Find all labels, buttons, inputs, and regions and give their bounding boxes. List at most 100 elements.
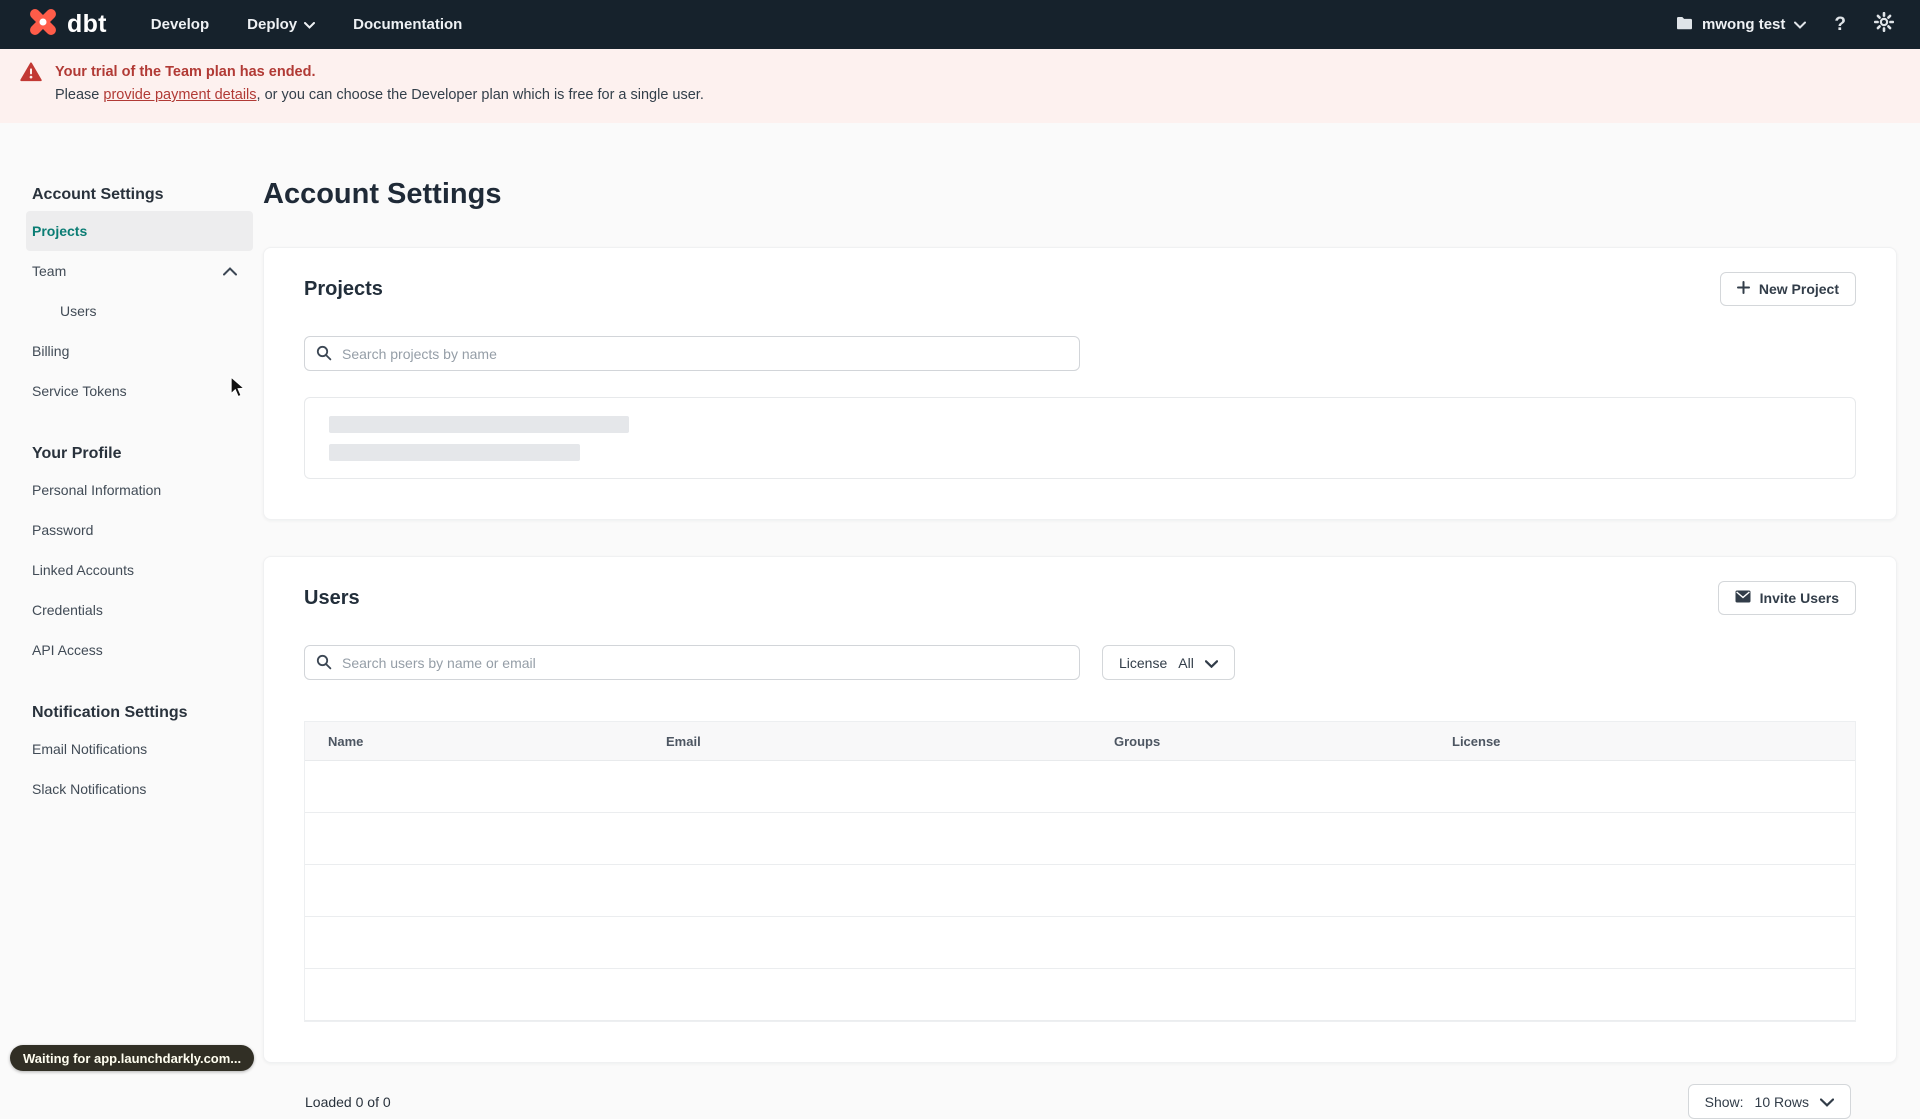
sidebar-item-personal-information-label: Personal Information [32,482,162,498]
menu-develop-label: Develop [150,16,210,33]
projects-loading-panel [304,397,1856,479]
sidebar-item-api-access[interactable]: API Access [32,630,247,670]
sidebar-item-credentials-label: Credentials [32,602,103,618]
chevron-down-icon [304,16,316,33]
settings-button[interactable] [1873,11,1895,37]
loaded-count: Loaded 0 of 0 [305,1093,391,1110]
users-filter-row: License All [304,645,1856,680]
banner-title: Your trial of the Team plan has ended. [55,64,316,80]
chevron-down-icon [1794,16,1807,33]
menu-documentation-label: Documentation [353,16,463,33]
table-row [305,865,1855,917]
table-row [305,969,1855,1021]
skeleton-bar [329,416,629,433]
main-menu: Develop Deploy Documentation [151,16,463,33]
menu-develop[interactable]: Develop [151,16,209,33]
sidebar-item-api-access-label: API Access [32,642,103,658]
plus-icon [1736,281,1750,297]
browser-status-bubble: Waiting for app.launchdarkly.com... [10,1045,255,1071]
users-search [304,645,1080,680]
sidebar-item-team-label: Team [32,263,67,279]
rows-per-page-dropdown[interactable]: Show: 10 Rows [1687,1084,1851,1119]
new-project-button-label: New Project [1758,281,1839,297]
column-header-email: Email [666,733,701,749]
rows-per-page-value: 10 Rows [1754,1093,1809,1110]
table-row [305,917,1855,969]
users-table: Name Email Groups License [304,721,1856,1022]
main-content: Account Settings Projects New Project Se… [263,123,1920,1119]
sidebar-group-profile: Your Profile Personal Information Passwo… [32,444,247,670]
projects-card-title: Projects [304,277,383,300]
chevron-down-icon [1204,655,1218,671]
nav-right: mwong test ? [1676,11,1895,37]
sidebar-group-account: Account Settings Projects Team Users Bil… [26,185,253,411]
help-icon: ? [1834,13,1846,35]
sidebar-item-billing-label: Billing [32,343,70,359]
projects-search [304,336,1080,371]
projects-filter-row [304,336,1856,371]
top-nav: dbt Develop Deploy Documentation mwong t… [0,0,1920,49]
warning-icon [20,62,42,123]
banner-body-prefix: Please [55,87,104,103]
sidebar-item-linked-accounts-label: Linked Accounts [32,562,134,578]
settings-sidebar: Account Settings Projects Team Users Bil… [0,123,263,842]
sidebar-item-credentials[interactable]: Credentials [32,590,247,630]
trial-ended-banner: Your trial of the Team plan has ended. P… [0,49,1920,123]
column-header-groups: Groups [1114,733,1161,749]
license-filter-value: All [1178,654,1194,671]
rows-per-page-label: Show: [1704,1093,1744,1110]
sidebar-item-service-tokens[interactable]: Service Tokens [32,371,247,411]
sidebar-heading-account-settings: Account Settings [32,186,164,203]
users-card-header: Users Invite Users [304,581,1856,615]
page-body: Account Settings Projects Team Users Bil… [0,123,1920,1119]
sidebar-group-notifications: Notification Settings Email Notification… [32,703,247,809]
projects-card-header: Projects New Project [304,272,1856,306]
license-filter-dropdown[interactable]: License All [1102,645,1235,680]
users-card-title: Users [304,586,360,609]
invite-users-button[interactable]: Invite Users [1717,581,1856,615]
banner-texts: Your trial of the Team plan has ended. P… [55,62,704,123]
table-row [305,813,1855,865]
projects-card: Projects New Project [263,247,1897,520]
sidebar-item-email-notifications[interactable]: Email Notifications [32,729,247,769]
sidebar-item-service-tokens-label: Service Tokens [32,383,127,399]
sidebar-item-users[interactable]: Users [32,291,247,331]
gear-icon [1873,11,1895,37]
menu-documentation[interactable]: Documentation [353,16,462,33]
help-button[interactable]: ? [1834,14,1846,36]
banner-body-suffix: , or you can choose the Developer plan w… [256,87,704,103]
sidebar-item-users-label: Users [60,303,97,319]
license-filter-label: License [1119,654,1168,671]
account-switcher[interactable]: mwong test [1676,16,1807,34]
projects-search-input[interactable] [304,336,1080,371]
provide-payment-details-link[interactable]: provide payment details [103,87,256,103]
envelope-icon [1735,590,1751,606]
users-card: Users Invite Users License Al [263,556,1897,1063]
sidebar-item-email-notifications-label: Email Notifications [32,741,148,757]
chevron-up-icon [223,266,237,276]
dbt-logo[interactable]: dbt [26,5,107,44]
new-project-button[interactable]: New Project [1719,272,1856,306]
dbt-logo-text: dbt [67,10,107,38]
sidebar-item-slack-notifications[interactable]: Slack Notifications [32,769,247,809]
users-table-header: Name Email Groups License [305,722,1855,761]
account-name: mwong test [1702,16,1786,33]
column-header-license: License [1452,733,1501,749]
sidebar-item-billing[interactable]: Billing [32,331,247,371]
sidebar-item-password[interactable]: Password [32,510,247,550]
sidebar-item-linked-accounts[interactable]: Linked Accounts [32,550,247,590]
menu-deploy[interactable]: Deploy [247,16,316,33]
sidebar-item-team[interactable]: Team [32,251,247,291]
table-row [305,761,1855,813]
sidebar-item-password-label: Password [32,522,94,538]
sidebar-item-slack-notifications-label: Slack Notifications [32,781,147,797]
menu-deploy-label: Deploy [247,16,298,33]
invite-users-button-label: Invite Users [1759,590,1839,606]
dbt-logo-icon [26,5,60,44]
sidebar-item-projects[interactable]: Projects [26,211,253,251]
users-search-input[interactable] [304,645,1080,680]
sidebar-heading-notification-settings: Notification Settings [32,704,188,721]
search-icon [316,654,332,675]
sidebar-heading-your-profile: Your Profile [32,445,122,462]
sidebar-item-personal-information[interactable]: Personal Information [32,470,247,510]
